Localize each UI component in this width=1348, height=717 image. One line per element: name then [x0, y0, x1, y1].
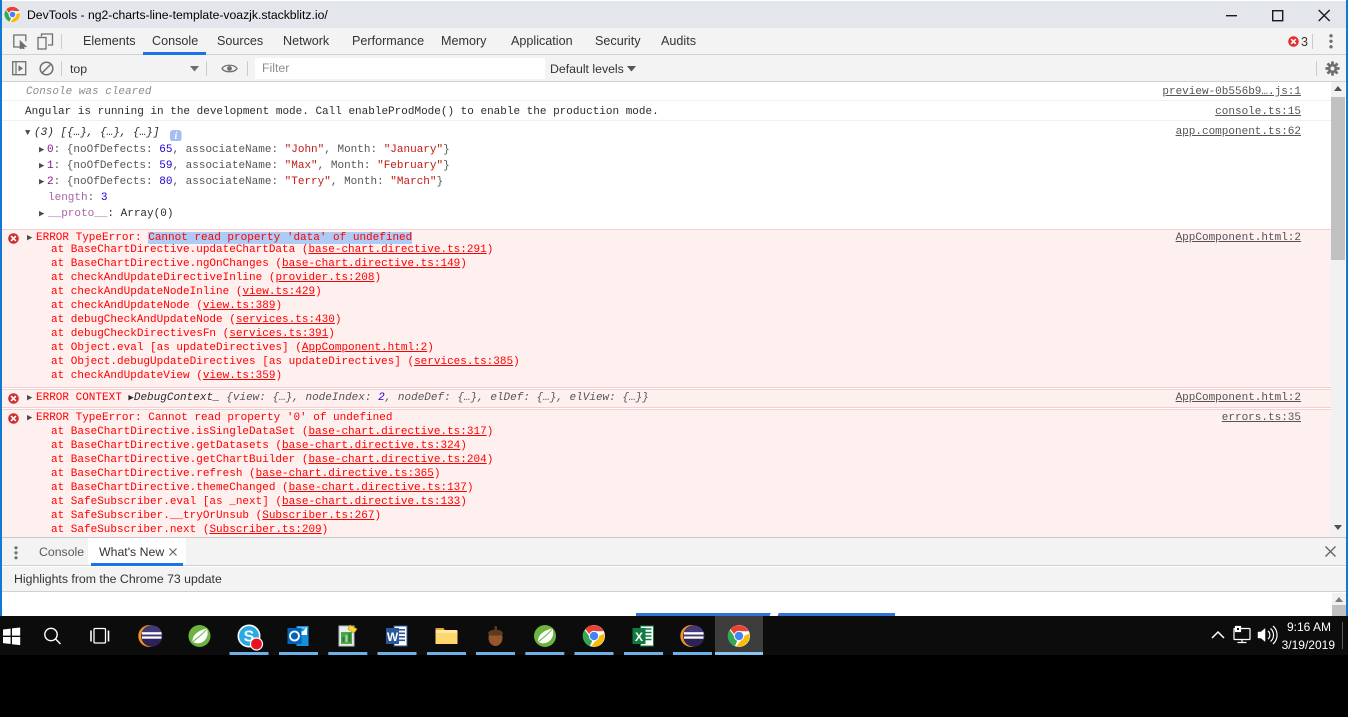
svg-text:i: i: [175, 131, 178, 142]
